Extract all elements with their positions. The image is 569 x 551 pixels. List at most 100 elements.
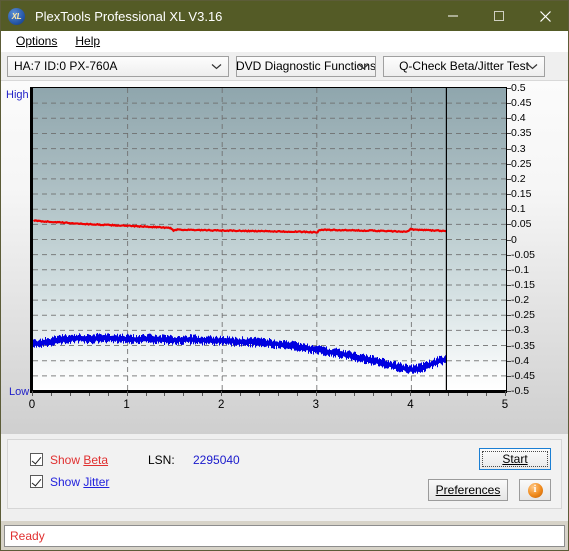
x-tick-mark (410, 391, 412, 396)
y-tick-label: 0.5 (511, 82, 526, 94)
show-beta-row[interactable]: Show Beta (30, 450, 109, 469)
axis-label-high: High (6, 89, 29, 101)
x-tick-mark (202, 393, 204, 396)
plot-canvas (33, 88, 506, 390)
y-axis-labels: 0.5 0.45 0.4 0.35 0.3 0.25 0.2 0.15 0.1 0.05 0 -0.0… (507, 81, 561, 401)
x-tick-mark (183, 393, 185, 396)
menu-bar: Options Help (1, 31, 568, 52)
show-jitter-checkbox[interactable] (30, 475, 43, 488)
y-tick-mark (507, 360, 511, 362)
y-tick-label: 0.4 (511, 112, 526, 125)
x-tick-mark (372, 393, 374, 396)
function-select-value: DVD Diagnostic Functions (236, 59, 376, 73)
plot-area (30, 87, 507, 393)
x-tick-mark (448, 393, 450, 396)
maximize-icon[interactable] (476, 1, 522, 31)
y-tick-mark (507, 224, 511, 226)
y-tick-label: -0.1 (511, 263, 530, 276)
controls-groupbox: Show Beta Show Jitter LSN: 2295040 Start… (7, 439, 562, 509)
info-icon: i (527, 482, 543, 498)
y-tick-label: -0.25 (511, 309, 535, 322)
x-tick-mark (50, 393, 52, 396)
chevron-down-icon (358, 57, 369, 76)
x-tick-mark (296, 393, 298, 396)
start-button[interactable]: Start (479, 448, 551, 470)
y-tick-label: 0.05 (511, 218, 532, 231)
show-jitter-label: Show Jitter (50, 474, 110, 489)
x-tick-mark (126, 391, 128, 396)
y-tick-mark (507, 194, 511, 196)
title-bar: XL PlexTools Professional XL V3.16 (1, 1, 568, 31)
y-tick-mark (507, 163, 511, 165)
x-tick-mark (334, 393, 336, 396)
controls-area: Show Beta Show Jitter LSN: 2295040 Start… (1, 434, 568, 521)
window-title: PlexTools Professional XL V3.16 (35, 8, 223, 24)
x-tick-label: 1 (123, 399, 130, 411)
y-tick-label: -0.2 (511, 294, 530, 307)
y-tick-label: -0.4 (511, 354, 530, 367)
y-tick-mark (507, 239, 511, 241)
x-tick-mark (486, 393, 488, 396)
x-tick-mark (259, 393, 261, 396)
status-bar: Ready (4, 525, 565, 547)
series-toggles: Show Beta Show Jitter (30, 450, 109, 494)
y-tick-mark (507, 284, 511, 286)
y-tick-mark (507, 269, 511, 271)
x-tick-label: 2 (217, 399, 225, 411)
app-window: XL PlexTools Professional XL V3.16 Optio… (0, 0, 569, 551)
x-tick-mark (107, 393, 109, 396)
preferences-button[interactable]: Preferences (428, 479, 508, 501)
y-tick-label: -0.45 (511, 369, 535, 382)
show-beta-checkbox[interactable] (30, 453, 43, 466)
y-tick-label: 0.25 (511, 157, 532, 170)
menu-item-help-label: Help (75, 33, 101, 48)
drive-select[interactable]: HA:7 ID:0 PX-760A (7, 55, 229, 77)
y-tick-label: 0.3 (511, 142, 526, 155)
menu-item-options[interactable]: Options (7, 31, 66, 52)
x-tick-mark (221, 391, 223, 396)
x-tick-label: 0 (28, 399, 36, 411)
y-tick-mark (507, 375, 511, 377)
x-tick-mark (277, 393, 279, 396)
plot-svg (33, 88, 506, 390)
y-tick-label: -0.35 (511, 339, 535, 352)
toolbar: HA:7 ID:0 PX-760A DVD Diagnostic Functio… (1, 52, 568, 81)
x-tick-mark (240, 393, 242, 396)
x-axis-labels: 0 1 2 3 4 5 (1, 391, 568, 417)
y-tick-label: 0.45 (511, 97, 532, 110)
x-tick-mark (88, 393, 90, 396)
x-tick-label: 3 (312, 399, 319, 411)
info-button[interactable]: i (519, 479, 551, 501)
y-tick-label: 0.1 (511, 203, 526, 216)
y-tick-mark (507, 391, 511, 392)
x-tick-mark (467, 393, 469, 396)
x-tick-mark (429, 393, 431, 396)
y-tick-label: 0.2 (511, 172, 526, 185)
x-tick-mark (353, 393, 355, 396)
status-text: Ready (10, 529, 45, 543)
x-tick-mark (391, 393, 393, 396)
function-select[interactable]: DVD Diagnostic Functions (236, 55, 376, 77)
xl-app-icon: XL (8, 7, 25, 25)
x-tick-label: 4 (407, 399, 414, 411)
x-tick-mark (69, 393, 71, 396)
window-buttons (430, 1, 568, 31)
menu-item-options-label: Options (16, 33, 58, 48)
drive-select-value: HA:7 ID:0 PX-760A (14, 59, 118, 73)
y-tick-label: -0.3 (511, 324, 530, 337)
minimize-icon[interactable] (430, 1, 476, 31)
y-tick-mark (507, 178, 511, 180)
chart-panel: High Low 0.5 0.45 0.4 0.35 0.3 0.25 0.2 0.15 0.1… (1, 81, 568, 434)
x-tick-mark (145, 393, 147, 396)
y-tick-label: -0.5 (511, 385, 530, 397)
lsn-value: 2295040 (193, 453, 240, 467)
show-jitter-label-text: Jitter (83, 474, 110, 489)
y-tick-mark (507, 133, 511, 135)
lsn-label: LSN: (148, 453, 175, 467)
close-icon[interactable] (522, 1, 568, 31)
y-tick-mark (507, 88, 511, 89)
menu-item-help[interactable]: Help (66, 31, 109, 52)
y-tick-label: -0.15 (511, 278, 535, 291)
test-select[interactable]: Q-Check Beta/Jitter Test (383, 55, 545, 77)
show-jitter-row[interactable]: Show Jitter (30, 472, 109, 491)
